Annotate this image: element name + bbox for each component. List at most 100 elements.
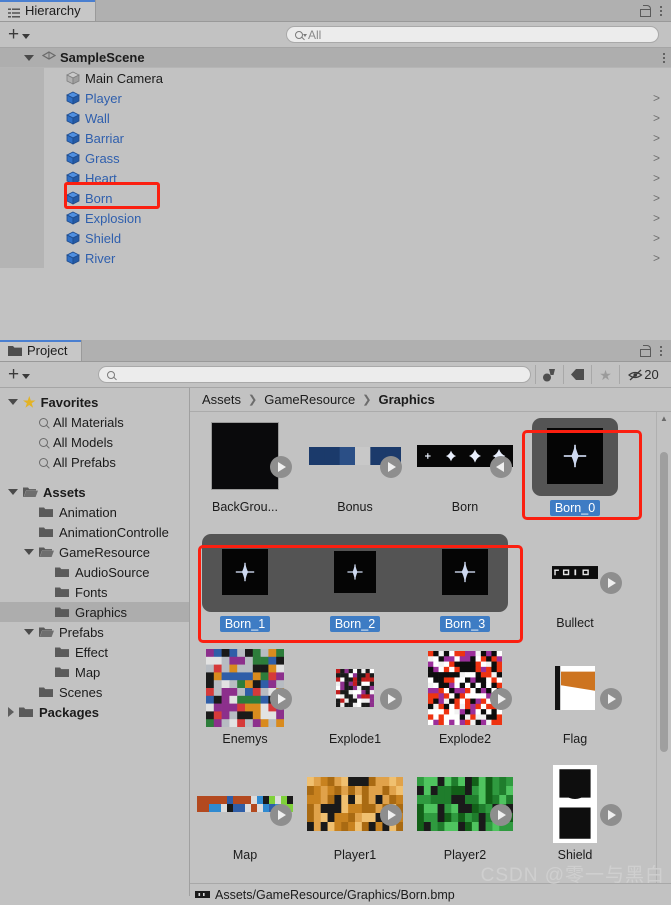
breadcrumb-item-graphics[interactable]: Graphics (379, 392, 435, 407)
sprite-expand-play-icon[interactable] (270, 688, 292, 710)
collapse-arrow-icon[interactable] (8, 489, 18, 495)
expand-prefab-chevron-icon[interactable]: > (653, 212, 660, 224)
asset-item-born-3[interactable]: Born_3 (410, 528, 520, 644)
scrollbar-thumb[interactable] (660, 452, 668, 752)
asset-item-enemys[interactable]: Enemys (190, 644, 300, 760)
project-tree-item-animationcontrolle[interactable]: AnimationControlle (0, 522, 189, 542)
project-tree-label: Scenes (59, 684, 103, 700)
project-add-button[interactable]: + (4, 365, 34, 384)
collapse-arrow-icon[interactable] (8, 399, 18, 405)
project-tree-item-favorites[interactable]: ★ Favorites (0, 392, 189, 412)
sprite-expand-play-icon[interactable] (380, 804, 402, 826)
asset-item-explode1[interactable]: Explode1 (300, 644, 410, 760)
project-tree-item-all-prefabs[interactable]: All Prefabs (0, 452, 189, 472)
project-tree-item-effect[interactable]: Effect (0, 642, 189, 662)
collapse-arrow-icon[interactable] (24, 629, 34, 635)
sprite-expand-play-icon[interactable] (600, 804, 622, 826)
project-tree-item-map[interactable]: Map (0, 662, 189, 682)
hierarchy-list: Main Camera Player > Wall > Barriar > Grass > Hea… (0, 68, 671, 268)
hierarchy-menu-icon[interactable] (658, 4, 664, 18)
sprite-expand-play-icon[interactable] (600, 688, 622, 710)
tab-hierarchy[interactable]: Hierarchy (0, 0, 96, 21)
sprite-expand-play-icon[interactable] (270, 456, 292, 478)
project-tree-item-graphics[interactable]: Graphics (0, 602, 189, 622)
asset-item-bullect[interactable]: Bullect (520, 528, 630, 644)
breadcrumb-item-assets[interactable]: Assets (202, 392, 241, 407)
hierarchy-add-button[interactable]: + (4, 25, 34, 44)
asset-item-player1[interactable]: Player1 (300, 760, 410, 876)
filter-by-type-button[interactable] (535, 365, 563, 384)
sprite-expand-play-icon[interactable] (490, 456, 512, 478)
expand-prefab-chevron-icon[interactable]: > (653, 232, 660, 244)
hierarchy-scene-row[interactable]: SampleScene (0, 48, 671, 68)
asset-item-born[interactable]: Born (410, 412, 520, 528)
collapse-arrow-icon[interactable] (24, 549, 34, 555)
project-menu-icon[interactable] (658, 344, 664, 358)
expand-arrow-icon[interactable] (8, 707, 14, 717)
lock-icon[interactable] (639, 344, 651, 357)
hierarchy-item-main-camera[interactable]: Main Camera (0, 68, 671, 88)
hierarchy-item-explosion[interactable]: Explosion > (0, 208, 671, 228)
asset-grid-scrollbar[interactable]: ▲ ▼ (656, 412, 671, 896)
expand-prefab-chevron-icon[interactable]: > (653, 192, 660, 204)
sprite-expand-play-icon[interactable] (490, 688, 512, 710)
asset-item-bonus[interactable]: Bonus (300, 412, 410, 528)
asset-thumbnail (190, 528, 300, 616)
tab-project[interactable]: Project (0, 340, 83, 361)
project-search-input[interactable] (98, 366, 531, 383)
expand-prefab-chevron-icon[interactable]: > (653, 172, 660, 184)
project-tree-item-all-models[interactable]: All Models (0, 432, 189, 452)
project-tree-item-all-materials[interactable]: All Materials (0, 412, 189, 432)
asset-item-shield[interactable]: Shield (520, 760, 630, 876)
project-tree-item-fonts[interactable]: Fonts (0, 582, 189, 602)
asset-item-player2[interactable]: Player2 (410, 760, 520, 876)
project-tree-item-packages[interactable]: Packages (0, 702, 189, 722)
hidden-assets-count[interactable]: 20 (619, 365, 667, 384)
project-tree-label: Fonts (75, 584, 108, 600)
hierarchy-item-barriar[interactable]: Barriar > (0, 128, 671, 148)
sprite-expand-play-icon[interactable] (380, 688, 402, 710)
asset-item-explode2[interactable]: Explode2 (410, 644, 520, 760)
sprite-expand-play-icon[interactable] (270, 804, 292, 826)
hierarchy-item-born[interactable]: Born > (0, 188, 671, 208)
asset-thumbnail (520, 412, 630, 500)
lock-icon[interactable] (639, 4, 651, 17)
breadcrumb-item-gameresource[interactable]: GameResource (264, 392, 355, 407)
asset-item-flag[interactable]: Flag (520, 644, 630, 760)
folder-icon (8, 345, 22, 356)
hierarchy-item-player[interactable]: Player > (0, 88, 671, 108)
hierarchy-item-river[interactable]: River > (0, 248, 671, 268)
project-filter-buttons: ★ 20 (535, 365, 667, 384)
expand-prefab-chevron-icon[interactable]: > (653, 112, 660, 124)
hierarchy-item-grass[interactable]: Grass > (0, 148, 671, 168)
expand-prefab-chevron-icon[interactable]: > (653, 152, 660, 164)
hierarchy-item-shield[interactable]: Shield > (0, 228, 671, 248)
expand-prefab-chevron-icon[interactable]: > (653, 132, 660, 144)
filter-favorites-button[interactable]: ★ (591, 365, 619, 384)
hierarchy-search-input[interactable]: All (286, 26, 659, 43)
scene-menu-icon[interactable] (661, 51, 667, 65)
expand-prefab-chevron-icon[interactable]: > (653, 92, 660, 104)
asset-item-born-2[interactable]: Born_2 (300, 528, 410, 644)
asset-item-map[interactable]: Map (190, 760, 300, 876)
filter-by-label-button[interactable] (563, 365, 591, 384)
sprite-expand-play-icon[interactable] (380, 456, 402, 478)
chevron-down-icon (22, 33, 31, 39)
project-tree-label: Effect (75, 644, 109, 660)
project-tree-item-gameresource[interactable]: GameResource (0, 542, 189, 562)
asset-item-born-0[interactable]: Born_0 (520, 412, 630, 528)
sprite-expand-play-icon[interactable] (600, 572, 622, 594)
project-tree-item-prefabs[interactable]: Prefabs (0, 622, 189, 642)
project-tree-item-scenes[interactable]: Scenes (0, 682, 189, 702)
asset-item-backgrou-[interactable]: BackGrou... (190, 412, 300, 528)
asset-item-born-1[interactable]: Born_1 (190, 528, 300, 644)
scene-expand-arrow[interactable] (24, 54, 34, 61)
project-tree-item-assets[interactable]: Assets (0, 482, 189, 502)
hierarchy-item-wall[interactable]: Wall > (0, 108, 671, 128)
project-tree-item-audiosource[interactable]: AudioSource (0, 562, 189, 582)
expand-prefab-chevron-icon[interactable]: > (653, 252, 660, 264)
project-tree-item-animation[interactable]: Animation (0, 502, 189, 522)
sprite-expand-play-icon[interactable] (490, 804, 512, 826)
scroll-up-arrow[interactable]: ▲ (657, 412, 671, 425)
hierarchy-item-heart[interactable]: Heart > (0, 168, 671, 188)
